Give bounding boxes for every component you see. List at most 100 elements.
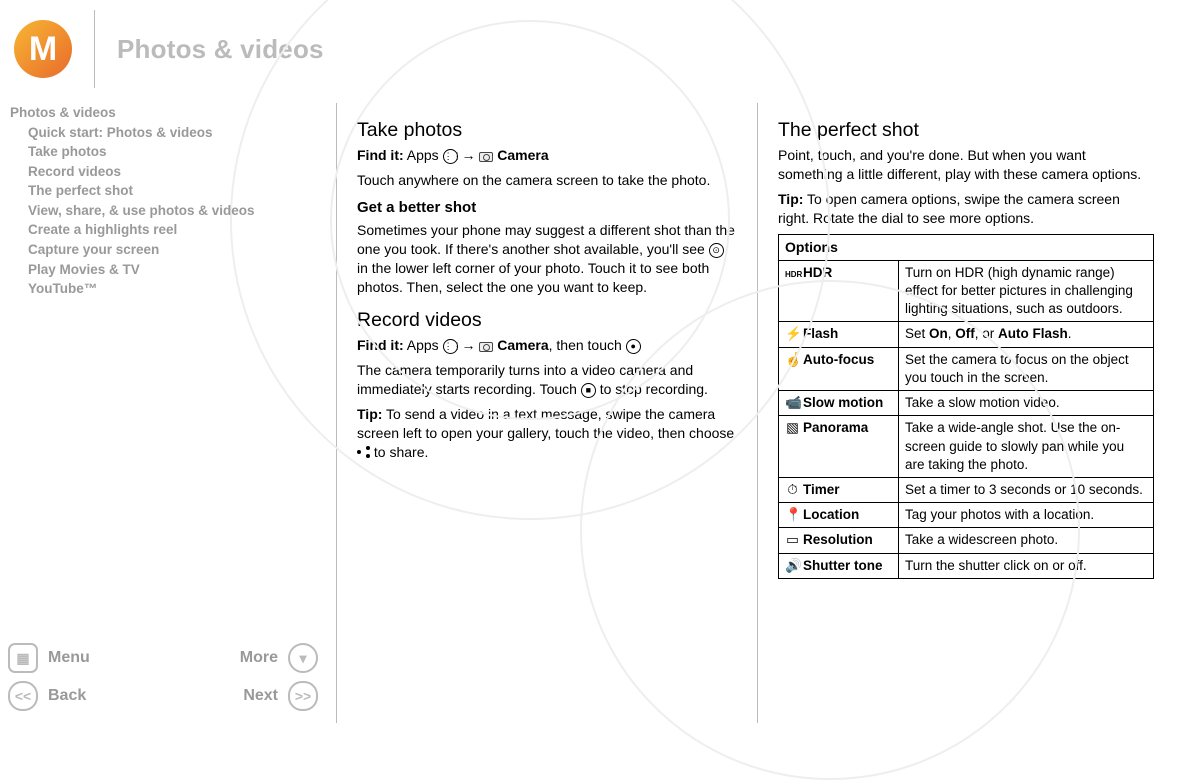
better-a: Sometimes your phone may suggest a diffe… (357, 222, 735, 257)
share-icon (357, 446, 370, 459)
camera-icon (479, 152, 493, 162)
location-icon: 📍 (785, 506, 800, 524)
back-icon: << (8, 681, 38, 711)
opt-timer: ⏱Timer (779, 477, 899, 502)
content-column-2: The perfect shot Point, touch, and you'r… (758, 103, 1174, 723)
heading-better-shot: Get a better shot (357, 198, 737, 218)
better-body: Sometimes your phone may suggest a diffe… (357, 221, 737, 297)
tip-body-2: To open camera options, swipe the camera… (778, 191, 1120, 226)
tip-label-2: Tip: (778, 191, 803, 207)
find-it-record: Find it: Apps ⋮⋮ → Camera, then touch ● (357, 336, 737, 355)
slowmotion-icon: 📹 (785, 394, 800, 412)
camera-label-2: Camera (493, 337, 548, 353)
shutter-icon: 🔊 (785, 557, 800, 575)
back-label: Back (48, 687, 86, 705)
find-it-take: Find it: Apps ⋮⋮ → Camera (357, 146, 737, 165)
camera-label: Camera (493, 147, 548, 163)
opt-panorama-desc: Take a wide-angle shot. Use the on-scree… (899, 416, 1154, 478)
heading-perfect-shot: The perfect shot (778, 117, 1154, 143)
footer-nav: ▦ Menu More ▾ << Back Next >> (8, 635, 318, 711)
table-row: ⚡Flash Set On, Off, or Auto Flash. (779, 322, 1154, 347)
tip-b: to share. (370, 444, 428, 460)
record-tip: Tip: To send a video in a text message, … (357, 405, 737, 462)
opt-location: 📍Location (779, 503, 899, 528)
opt-shutter: 🔊Shutter tone (779, 553, 899, 578)
record-b: to stop recording. (596, 381, 708, 397)
page-title: Photos & videos (117, 34, 324, 65)
apps-text-2: Apps (404, 337, 443, 353)
table-row: ☝Auto-focus Set the camera to focus on t… (779, 347, 1154, 390)
toc-item-view-share[interactable]: View, share, & use photos & videos (28, 201, 334, 221)
menu-icon: ▦ (8, 643, 38, 673)
table-row: HDRHDR Turn on HDR (high dynamic range) … (779, 260, 1154, 322)
more-label: More (240, 649, 278, 667)
perfect-body: Point, touch, and you're done. But when … (778, 146, 1154, 184)
next-label: Next (243, 687, 278, 705)
brand-logo: M (14, 20, 72, 78)
autofocus-icon: ☝ (785, 351, 800, 369)
opt-location-desc: Tag your photos with a location. (899, 503, 1154, 528)
timer-icon: ⏱ (785, 481, 800, 499)
opt-flash-desc: Set On, Off, or Auto Flash. (899, 322, 1154, 347)
opt-slowmotion: 📹Slow motion (779, 391, 899, 416)
toc-item-quickstart[interactable]: Quick start: Photos & videos (28, 123, 334, 143)
header-divider (94, 10, 95, 88)
toc-item-highlights[interactable]: Create a highlights reel (28, 220, 334, 240)
opt-autofocus: ☝Auto-focus (779, 347, 899, 390)
more-icon: ▾ (288, 643, 318, 673)
hdr-icon: HDR (785, 270, 800, 281)
opt-name: Resolution (803, 532, 873, 547)
next-button[interactable]: Next >> (243, 681, 318, 711)
menu-button[interactable]: ▦ Menu (8, 643, 90, 673)
toc-head[interactable]: Photos & videos (10, 103, 334, 123)
heading-record-videos: Record videos (357, 307, 737, 333)
opt-name: HDR (803, 265, 832, 280)
opt-shutter-desc: Turn the shutter click on or off. (899, 553, 1154, 578)
sidebar: Photos & videos Quick start: Photos & vi… (0, 103, 336, 723)
panorama-icon: ▧ (785, 419, 800, 437)
opt-hdr: HDRHDR (779, 260, 899, 322)
opt-resolution-desc: Take a widescreen photo. (899, 528, 1154, 553)
arrow-text-2: → (458, 337, 480, 353)
then-touch: , then touch (549, 337, 626, 353)
next-icon: >> (288, 681, 318, 711)
better-b: in the lower left corner of your photo. … (357, 260, 709, 295)
opt-panorama: ▧Panorama (779, 416, 899, 478)
take-body: Touch anywhere on the camera screen to t… (357, 171, 737, 190)
more-button[interactable]: More ▾ (240, 643, 318, 673)
table-row: ⏱Timer Set a timer to 3 seconds or 10 se… (779, 477, 1154, 502)
arrow-text: → (458, 147, 480, 163)
toc-item-perfect-shot[interactable]: The perfect shot (28, 181, 334, 201)
camera-icon-2 (479, 342, 493, 352)
apps-icon-2: ⋮⋮ (443, 339, 458, 354)
find-it-label-2: Find it: (357, 337, 404, 353)
toc-item-capture-screen[interactable]: Capture your screen (28, 240, 334, 260)
find-it-label: Find it: (357, 147, 404, 163)
toc-item-play-movies[interactable]: Play Movies & TV (28, 260, 334, 280)
back-button[interactable]: << Back (8, 681, 86, 711)
opt-name: Auto-focus (803, 352, 874, 367)
stop-icon: ■ (581, 383, 596, 398)
resolution-icon: ▭ (785, 531, 800, 549)
table-row: 📍Location Tag your photos with a locatio… (779, 503, 1154, 528)
table-row: ▧Panorama Take a wide-angle shot. Use th… (779, 416, 1154, 478)
record-body: The camera temporarily turns into a vide… (357, 361, 737, 399)
opt-name: Panorama (803, 420, 868, 435)
table-of-contents: Photos & videos Quick start: Photos & vi… (10, 103, 334, 299)
options-table: Options HDRHDR Turn on HDR (high dynamic… (778, 234, 1154, 579)
suggest-icon: ⊙ (709, 243, 724, 258)
opt-name: Shutter tone (803, 558, 883, 573)
menu-label: Menu (48, 649, 90, 667)
opt-name: Flash (803, 326, 838, 341)
table-row: 📹Slow motion Take a slow motion video. (779, 391, 1154, 416)
opt-name: Slow motion (803, 395, 883, 410)
tip-label: Tip: (357, 406, 382, 422)
toc-item-youtube[interactable]: YouTube™ (28, 279, 334, 299)
opt-flash: ⚡Flash (779, 322, 899, 347)
opt-name: Timer (803, 482, 840, 497)
toc-item-record-videos[interactable]: Record videos (28, 162, 334, 182)
toc-item-take-photos[interactable]: Take photos (28, 142, 334, 162)
opt-timer-desc: Set a timer to 3 seconds or 10 seconds. (899, 477, 1154, 502)
table-row: 🔊Shutter tone Turn the shutter click on … (779, 553, 1154, 578)
apps-icon: ⋮⋮ (443, 149, 458, 164)
